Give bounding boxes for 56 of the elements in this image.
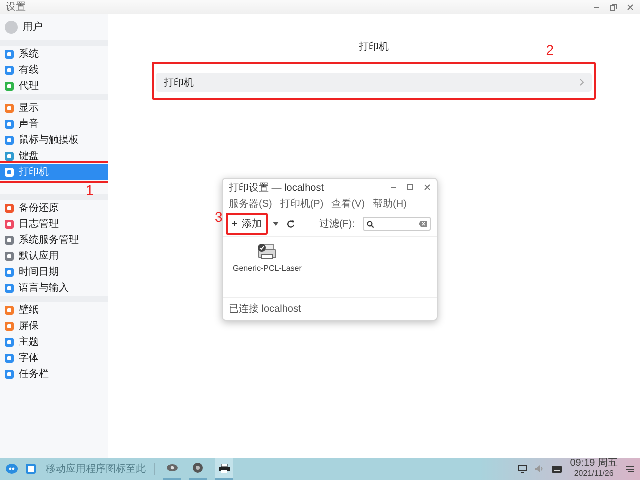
start-menu-icon[interactable] bbox=[6, 464, 18, 474]
menu-item[interactable]: 查看(V) bbox=[332, 197, 366, 211]
printer-row[interactable]: 打印机 bbox=[156, 73, 592, 92]
sidebar-item[interactable]: 时间日期 bbox=[0, 264, 108, 280]
menu-item[interactable]: 服务器(S) bbox=[229, 197, 272, 211]
refresh-icon[interactable] bbox=[286, 220, 295, 228]
annotation-number: 1 bbox=[86, 183, 94, 197]
user-name[interactable]: 用户 bbox=[23, 20, 43, 34]
sidebar-item[interactable]: 语言与输入 bbox=[0, 280, 108, 296]
status-text: 已连接 localhost bbox=[223, 297, 437, 320]
sidebar-item[interactable]: 备份还原 bbox=[0, 200, 108, 216]
annotation-number: 3 bbox=[215, 210, 223, 224]
sidebar-item[interactable]: 系统服务管理 bbox=[0, 232, 108, 248]
menu-item[interactable]: 打印机(P) bbox=[280, 197, 324, 211]
sidebar-item[interactable]: 声音 bbox=[0, 116, 108, 132]
dialog-title: 打印设置 — localhost bbox=[229, 182, 326, 194]
window-title: 设置 bbox=[6, 0, 27, 14]
sidebar-item[interactable]: 主题 bbox=[0, 334, 108, 350]
sidebar-item[interactable]: 键盘 bbox=[0, 148, 108, 164]
sidebar-item[interactable]: 系统 bbox=[0, 46, 108, 62]
menu-item[interactable]: 帮助(H) bbox=[373, 197, 407, 211]
sidebar-item[interactable]: 鼠标与触摸板 bbox=[0, 132, 108, 148]
minimize-icon[interactable] bbox=[390, 184, 397, 191]
annotation-box bbox=[226, 213, 268, 235]
notification-icon[interactable] bbox=[626, 466, 634, 472]
close-icon[interactable] bbox=[424, 184, 431, 191]
add-button[interactable]: + 添加 bbox=[229, 216, 265, 232]
chevron-icon bbox=[580, 79, 584, 86]
multitask-view-icon[interactable] bbox=[26, 464, 36, 474]
sidebar-item[interactable]: 显示 bbox=[0, 100, 108, 116]
restore-icon[interactable] bbox=[610, 4, 617, 10]
sidebar-item[interactable]: 有线 bbox=[0, 62, 108, 78]
printer-icon bbox=[257, 243, 278, 261]
display-icon[interactable] bbox=[518, 465, 528, 473]
printer-app-icon[interactable] bbox=[215, 458, 233, 480]
sidebar-item[interactable]: 屏保 bbox=[0, 318, 108, 334]
keyboard-icon[interactable] bbox=[552, 466, 562, 472]
filter-label: 过滤(F): bbox=[319, 218, 355, 231]
sidebar-item[interactable]: 日志管理 bbox=[0, 216, 108, 232]
maximize-icon[interactable] bbox=[407, 184, 414, 191]
clear-icon[interactable] bbox=[419, 221, 427, 227]
clock-time[interactable]: 09:19 周五 bbox=[570, 459, 618, 469]
search-icon bbox=[367, 220, 374, 228]
close-icon[interactable] bbox=[627, 4, 634, 10]
taskbar-hint: 移动应用程序图标至此 bbox=[46, 462, 146, 476]
clock-date[interactable]: 2021/11/26 bbox=[574, 469, 614, 479]
sidebar-item[interactable]: 壁纸 bbox=[0, 302, 108, 318]
printer-item[interactable]: Generic-PCL-Laser bbox=[233, 243, 302, 273]
sidebar-item[interactable]: 默认应用 bbox=[0, 248, 108, 264]
sidebar-item[interactable]: 字体 bbox=[0, 350, 108, 366]
page-title: 打印机 bbox=[359, 40, 389, 54]
dropdown-caret-icon[interactable] bbox=[272, 222, 279, 226]
sidebar-item[interactable]: 代理 bbox=[0, 78, 108, 94]
sidebar-item[interactable]: 任务栏 bbox=[0, 366, 108, 382]
search-field[interactable] bbox=[363, 217, 431, 231]
annotation-number: 2 bbox=[546, 43, 554, 57]
